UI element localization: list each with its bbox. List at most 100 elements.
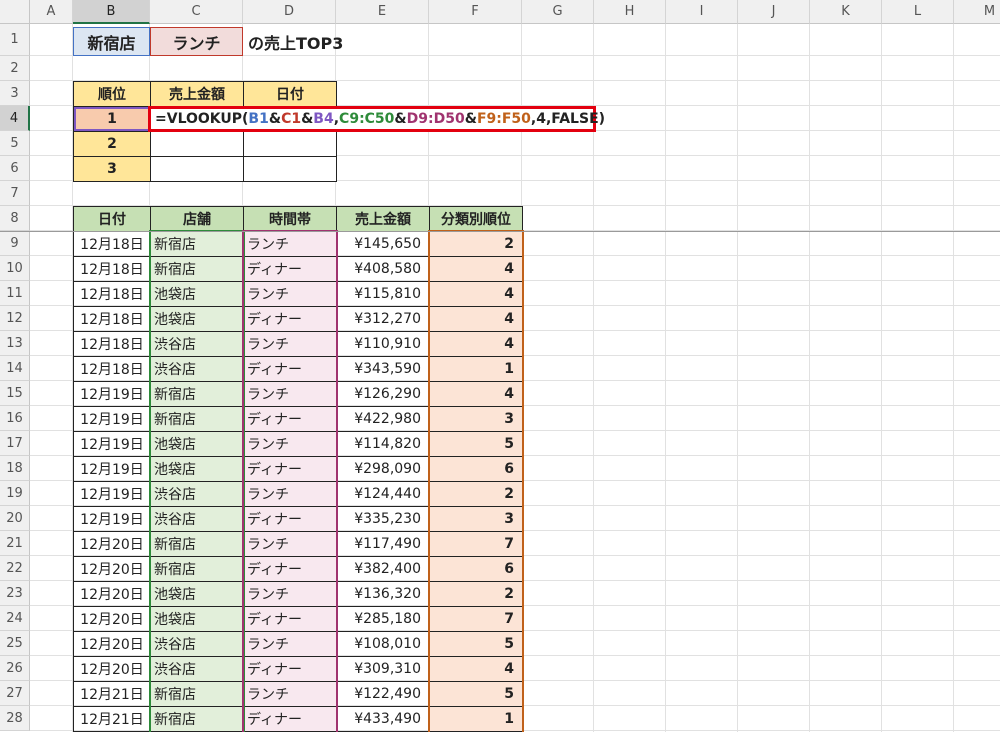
column-header-g[interactable]: G xyxy=(522,0,594,24)
timeslot-cell[interactable]: ディナー xyxy=(243,656,337,682)
date-cell[interactable]: 12月21日 xyxy=(73,681,151,707)
sales-header-cell[interactable]: 分類別順位 xyxy=(429,206,523,232)
date-cell[interactable]: 12月18日 xyxy=(73,256,151,282)
column-header-i[interactable]: I xyxy=(666,0,738,24)
top3-header-cell[interactable]: 売上金額 xyxy=(150,81,244,107)
date-cell[interactable]: 12月21日 xyxy=(73,706,151,732)
sales-header-cell[interactable]: 店舗 xyxy=(150,206,244,232)
row-header-19[interactable]: 19 xyxy=(0,481,30,506)
sales-header-cell[interactable]: 時間帯 xyxy=(243,206,337,232)
row-header-23[interactable]: 23 xyxy=(0,581,30,606)
rank-cell[interactable]: 1 xyxy=(73,106,151,132)
rank-by-category-cell[interactable]: 2 xyxy=(429,481,523,507)
sales-amount-cell[interactable]: ¥285,180 xyxy=(336,606,430,632)
column-header-d[interactable]: D xyxy=(243,0,336,24)
rank-by-category-cell[interactable]: 6 xyxy=(429,456,523,482)
rank-by-category-cell[interactable]: 3 xyxy=(429,406,523,432)
date-cell[interactable]: 12月19日 xyxy=(73,481,151,507)
row-header-1[interactable]: 1 xyxy=(0,24,30,56)
rank-by-category-cell[interactable]: 3 xyxy=(429,506,523,532)
row-header-14[interactable]: 14 xyxy=(0,356,30,381)
date-cell[interactable]: 12月20日 xyxy=(73,631,151,657)
store-cell[interactable]: 渋谷店 xyxy=(150,356,244,382)
sales-header-cell[interactable]: 売上金額 xyxy=(336,206,430,232)
row-header-17[interactable]: 17 xyxy=(0,431,30,456)
timeslot-cell[interactable]: ランチ xyxy=(243,531,337,557)
column-header-f[interactable]: F xyxy=(429,0,522,24)
store-cell[interactable]: 池袋店 xyxy=(150,431,244,457)
rank-by-category-cell[interactable]: 6 xyxy=(429,556,523,582)
date-cell[interactable]: 12月19日 xyxy=(73,406,151,432)
timeslot-cell[interactable]: ディナー xyxy=(243,306,337,332)
store-cell[interactable]: 池袋店 xyxy=(150,606,244,632)
sales-amount-cell[interactable]: ¥136,320 xyxy=(336,581,430,607)
timeslot-cell[interactable]: ディナー xyxy=(243,606,337,632)
row-header-22[interactable]: 22 xyxy=(0,556,30,581)
store-cell[interactable]: 渋谷店 xyxy=(150,506,244,532)
store-cell[interactable]: 新宿店 xyxy=(150,381,244,407)
timeslot-cell[interactable]: ランチ xyxy=(243,331,337,357)
date-cell[interactable]: 12月20日 xyxy=(73,531,151,557)
date-cell[interactable]: 12月18日 xyxy=(73,356,151,382)
rank-by-category-cell[interactable]: 1 xyxy=(429,356,523,382)
timeslot-cell[interactable]: ランチ xyxy=(243,681,337,707)
date-cell[interactable]: 12月19日 xyxy=(73,431,151,457)
timeslot-cell[interactable]: ディナー xyxy=(243,556,337,582)
timeslot-cell[interactable]: ランチ xyxy=(243,281,337,307)
column-header-c[interactable]: C xyxy=(150,0,243,24)
date-cell[interactable]: 12月20日 xyxy=(73,556,151,582)
row-header-3[interactable]: 3 xyxy=(0,81,30,106)
store-cell[interactable]: 渋谷店 xyxy=(150,331,244,357)
sales-amount-cell[interactable]: ¥114,820 xyxy=(336,431,430,457)
sales-amount-cell[interactable]: ¥108,010 xyxy=(336,631,430,657)
row-header-6[interactable]: 6 xyxy=(0,156,30,181)
sales-amount-cell[interactable]: ¥433,490 xyxy=(336,706,430,732)
row-header-21[interactable]: 21 xyxy=(0,531,30,556)
timeslot-cell[interactable]: ディナー xyxy=(243,706,337,732)
rank-by-category-cell[interactable]: 4 xyxy=(429,381,523,407)
row-header-12[interactable]: 12 xyxy=(0,306,30,331)
store-cell[interactable]: 池袋店 xyxy=(150,456,244,482)
sales-amount-cell[interactable]: ¥110,910 xyxy=(336,331,430,357)
date-cell[interactable]: 12月19日 xyxy=(73,506,151,532)
date-cell[interactable]: 12月18日 xyxy=(73,281,151,307)
top3-value-cell[interactable] xyxy=(150,131,244,157)
sales-amount-cell[interactable]: ¥382,400 xyxy=(336,556,430,582)
sales-header-cell[interactable]: 日付 xyxy=(73,206,151,232)
sales-amount-cell[interactable]: ¥298,090 xyxy=(336,456,430,482)
sales-amount-cell[interactable]: ¥115,810 xyxy=(336,281,430,307)
rank-by-category-cell[interactable]: 7 xyxy=(429,531,523,557)
row-header-27[interactable]: 27 xyxy=(0,681,30,706)
timeslot-cell[interactable]: ランチ xyxy=(243,581,337,607)
sales-amount-cell[interactable]: ¥122,490 xyxy=(336,681,430,707)
rank-by-category-cell[interactable]: 5 xyxy=(429,431,523,457)
select-all-corner[interactable] xyxy=(0,0,30,24)
sales-amount-cell[interactable]: ¥343,590 xyxy=(336,356,430,382)
sales-amount-cell[interactable]: ¥422,980 xyxy=(336,406,430,432)
date-cell[interactable]: 12月18日 xyxy=(73,331,151,357)
row-header-24[interactable]: 24 xyxy=(0,606,30,631)
row-header-20[interactable]: 20 xyxy=(0,506,30,531)
store-cell[interactable]: 池袋店 xyxy=(150,281,244,307)
column-header-e[interactable]: E xyxy=(336,0,429,24)
timeslot-cell[interactable]: ディナー xyxy=(243,406,337,432)
top3-value-cell[interactable] xyxy=(243,156,337,182)
rank-by-category-cell[interactable]: 4 xyxy=(429,331,523,357)
date-cell[interactable]: 12月20日 xyxy=(73,656,151,682)
timeslot-cell[interactable]: ランチ xyxy=(243,381,337,407)
timeslot-cell[interactable]: ディナー xyxy=(243,506,337,532)
date-cell[interactable]: 12月18日 xyxy=(73,231,151,257)
timeslot-cell[interactable]: ディナー xyxy=(243,456,337,482)
spreadsheet-grid[interactable]: ABCDEFGHIJKLM 1 2 3 4 5 6 7 8 9 10 11 12 13 14 15 16 17 1… xyxy=(0,0,1000,732)
store-cell[interactable]: 新宿店 xyxy=(150,231,244,257)
rank-by-category-cell[interactable]: 1 xyxy=(429,706,523,732)
row-header-15[interactable]: 15 xyxy=(0,381,30,406)
rank-by-category-cell[interactable]: 5 xyxy=(429,681,523,707)
row-header-5[interactable]: 5 xyxy=(0,131,30,156)
top3-value-cell[interactable] xyxy=(243,131,337,157)
row-header-16[interactable]: 16 xyxy=(0,406,30,431)
date-cell[interactable]: 12月19日 xyxy=(73,381,151,407)
rank-by-category-cell[interactable]: 4 xyxy=(429,656,523,682)
row-header-9[interactable]: 9 xyxy=(0,231,30,256)
row-header-11[interactable]: 11 xyxy=(0,281,30,306)
